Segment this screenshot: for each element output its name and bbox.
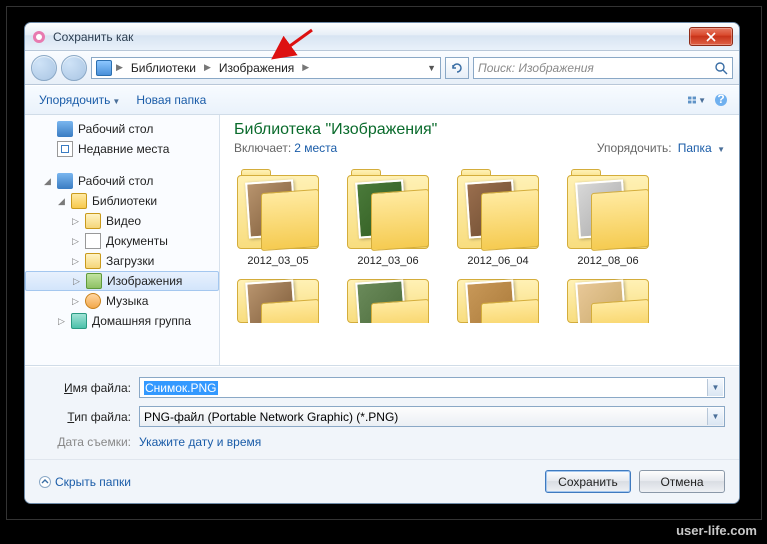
navigation-tree: Рабочий стол Недавние места ◢Рабочий сто… [25,115,220,365]
chevron-up-icon [39,476,51,488]
arrange-by-dropdown[interactable]: Папка ▼ [678,141,725,155]
back-button[interactable] [31,55,57,81]
watermark: user-life.com [676,523,757,538]
libraries-icon [71,193,87,209]
close-button[interactable] [689,27,733,46]
document-icon [85,233,101,249]
expand-icon[interactable]: ▷ [71,256,80,267]
library-title: Библиотека "Изображения" [234,121,725,139]
new-folder-button[interactable]: Новая папка [130,89,212,111]
collapse-icon[interactable]: ◢ [57,196,66,207]
tree-item-video[interactable]: ▷Видео [25,211,219,231]
search-input[interactable]: Поиск: Изображения [473,57,733,79]
folder-item[interactable] [344,279,432,323]
music-icon [85,293,101,309]
cancel-button[interactable]: Отмена [639,470,725,493]
refresh-icon [451,62,463,74]
collapse-icon[interactable]: ◢ [43,176,52,187]
help-button[interactable]: ? [711,90,731,110]
desktop-icon [57,173,73,189]
chevron-down-icon: ▼ [717,145,725,154]
expand-icon[interactable]: ▷ [71,216,80,227]
recent-icon [57,141,73,157]
expand-icon[interactable]: ▷ [72,276,81,287]
filename-input[interactable]: Снимок.PNG ▼ [139,377,725,398]
dialog-footer: Скрыть папки Сохранить Отмена [25,459,739,503]
hide-folders-button[interactable]: Скрыть папки [39,475,131,489]
folder-item[interactable] [454,279,542,323]
folder-item[interactable]: 2012_03_05 [234,175,322,267]
search-placeholder: Поиск: Изображения [478,61,594,75]
desktop-icon [57,121,73,137]
chevron-down-icon[interactable]: ▼ [427,63,436,73]
homegroup-icon [71,313,87,329]
titlebar[interactable]: Сохранить как [25,23,739,51]
chevron-down-icon[interactable]: ▼ [707,379,723,396]
tree-item-desktop-root[interactable]: ◢Рабочий стол [25,171,219,191]
chevron-right-icon: ▶ [202,62,213,73]
expand-icon[interactable]: ▷ [71,236,80,247]
folder-icon [85,213,101,229]
arrange-by: Упорядочить: Папка ▼ [597,141,725,155]
filetype-label: Тип файла: [39,410,139,424]
view-options-button[interactable]: ▼ [687,90,707,110]
chevron-right-icon: ▶ [300,62,311,73]
tree-item-downloads[interactable]: ▷Загрузки [25,251,219,271]
pictures-icon [86,273,102,289]
window-title: Сохранить как [53,30,133,44]
toolbar: Упорядочить▼ Новая папка ▼ ? [25,85,739,115]
folder-item[interactable]: 2012_03_06 [344,175,432,267]
forward-button[interactable] [61,55,87,81]
chevron-down-icon: ▼ [698,96,706,105]
folder-item[interactable]: 2012_08_06 [564,175,652,267]
save-button[interactable]: Сохранить [545,470,631,493]
app-icon [31,29,47,45]
folder-view[interactable]: Библиотека "Изображения" Включает: 2 мес… [220,115,739,365]
save-as-dialog: Сохранить как ▶ Библиотеки ▶ Изображения… [24,22,740,504]
expand-icon[interactable]: ▷ [71,296,80,307]
filetype-select[interactable]: PNG-файл (Portable Network Graphic) (*.P… [139,406,725,427]
file-fields-panel: Имя файла: Снимок.PNG ▼ Тип файла: PNG-ф… [25,366,739,459]
folder-icon [85,253,101,269]
tree-item-documents[interactable]: ▷Документы [25,231,219,251]
date-taken-link[interactable]: Укажите дату и время [139,435,261,449]
search-icon [714,61,728,75]
navigation-bar: ▶ Библиотеки ▶ Изображения ▶ ▼ Поиск: Из… [25,51,739,85]
view-icon [688,94,696,106]
tree-item-desktop[interactable]: Рабочий стол [25,119,219,139]
folder-item[interactable] [234,279,322,323]
breadcrumb-current[interactable]: Изображения [215,61,298,75]
date-taken-label: Дата съемки: [39,435,139,449]
tree-item-recent[interactable]: Недавние места [25,139,219,159]
refresh-button[interactable] [445,57,469,79]
help-icon: ? [714,93,728,107]
tree-item-music[interactable]: ▷Музыка [25,291,219,311]
folder-item[interactable]: 2012_06_04 [454,175,542,267]
chevron-down-icon: ▼ [112,97,120,106]
close-icon [706,32,716,42]
tree-item-images[interactable]: ▷Изображения [25,271,219,291]
organize-button[interactable]: Упорядочить▼ [33,89,126,111]
includes-link[interactable]: 2 места [294,141,337,155]
breadcrumb-root[interactable]: Библиотеки [127,61,200,75]
folder-item[interactable] [564,279,652,323]
library-icon [96,60,112,76]
chevron-right-icon: ▶ [114,62,125,73]
svg-text:?: ? [717,93,724,106]
filename-label: Имя файла: [39,381,139,395]
chevron-down-icon[interactable]: ▼ [707,408,723,425]
tree-item-homegroup[interactable]: ▷Домашняя группа [25,311,219,331]
expand-icon[interactable]: ▷ [57,316,66,327]
breadcrumb[interactable]: ▶ Библиотеки ▶ Изображения ▶ ▼ [91,57,441,79]
tree-item-libraries[interactable]: ◢Библиотеки [25,191,219,211]
